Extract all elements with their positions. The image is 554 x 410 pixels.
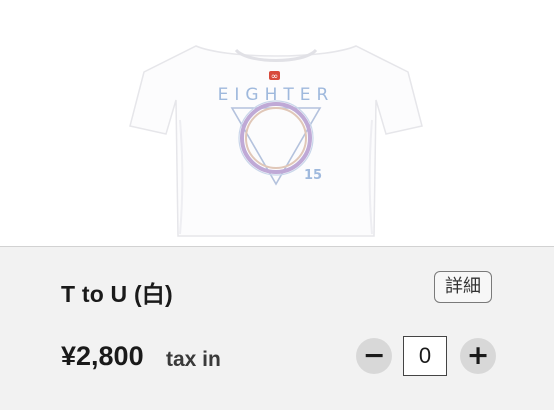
product-card: T to U (白) 詳細 ¥2,800 tax in − 0 + [0,246,554,410]
decrease-quantity-button[interactable]: − [356,338,392,374]
product-image: EIGHTER 15 ∞ [0,0,554,246]
shirt-print-number: 15 [304,168,322,183]
product-price: ¥2,800 [61,341,144,371]
tshirt-illustration: EIGHTER 15 ∞ [129,45,423,237]
increase-quantity-button[interactable]: + [460,338,496,374]
shirt-print-text: EIGHTER [218,85,335,105]
detail-button[interactable]: 詳細 [434,271,492,303]
product-name: T to U (白) [61,281,173,307]
quantity-field[interactable]: 0 [403,336,447,376]
brand-logo-mark: ∞ [271,72,279,82]
tax-label: tax in [166,348,221,371]
